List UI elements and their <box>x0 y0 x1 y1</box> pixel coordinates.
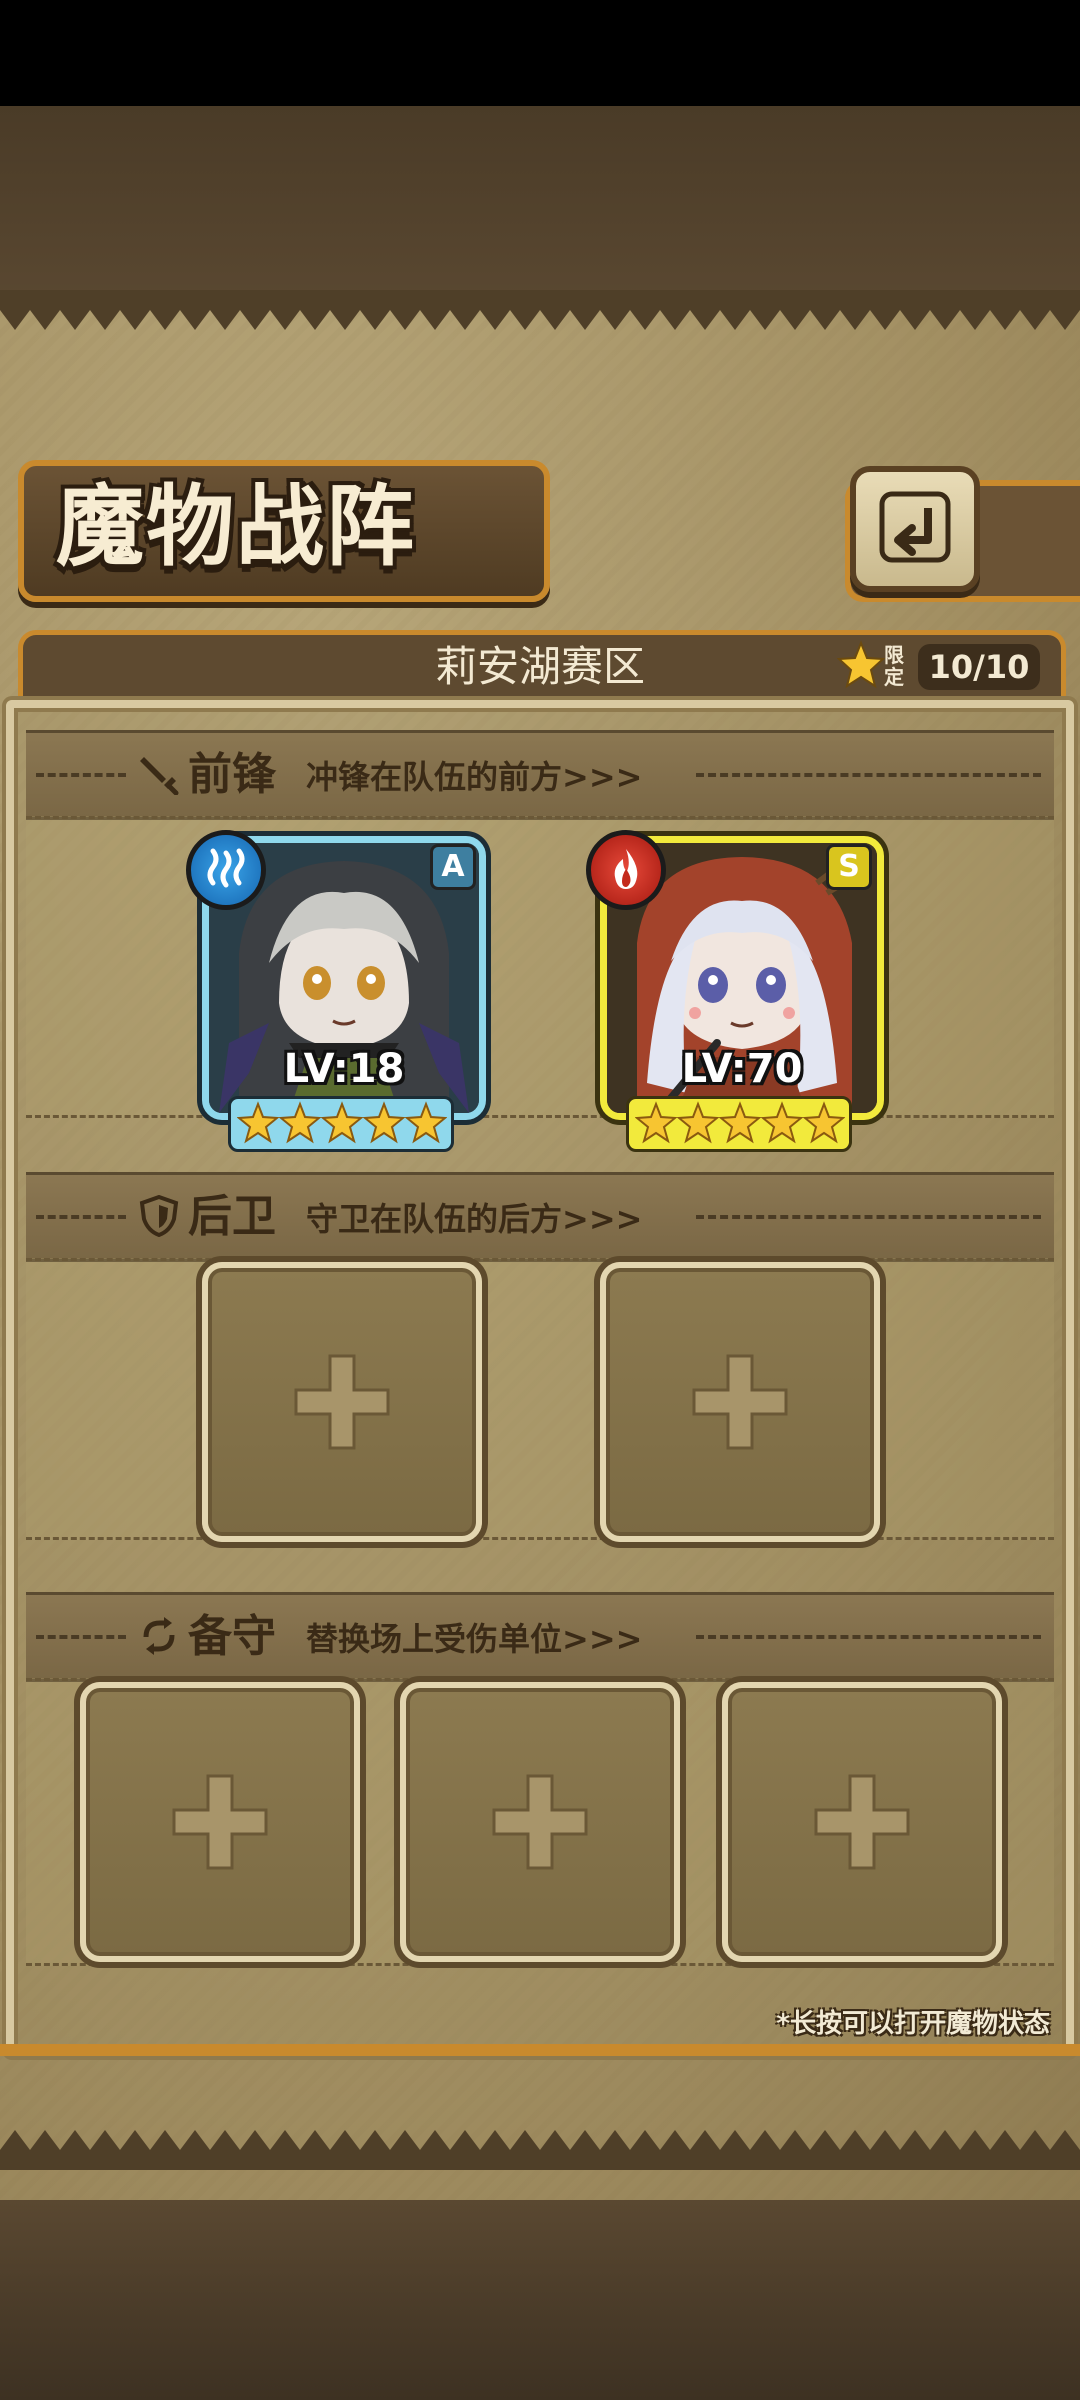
swap-icon <box>143 1617 175 1655</box>
return-arrow-icon <box>879 491 951 563</box>
element-badge-fire <box>586 830 666 910</box>
limit-counter: 10/10 <box>918 644 1040 690</box>
back-button[interactable] <box>850 466 980 592</box>
section-description: 守卫在队伍的后方>>> <box>306 1200 643 1238</box>
hint-text: *长按可以打开魔物状态 <box>776 2009 1050 2039</box>
section-title: 后卫 <box>188 1191 276 1242</box>
page-title: 魔物战阵 <box>56 474 417 578</box>
star-icon <box>836 640 886 689</box>
shield-icon <box>139 1195 179 1237</box>
water-element-icon <box>207 848 245 888</box>
element-badge-water <box>186 830 266 910</box>
section-header-vanguard: 前锋 冲锋在队伍的前方>>> <box>26 730 1054 820</box>
panel-bottom-rim <box>0 2044 1080 2056</box>
torn-edge-bottom <box>0 2130 1080 2170</box>
section-description: 冲锋在队伍的前方>>> <box>306 758 643 796</box>
unit-level: LV:18 <box>283 1046 405 1092</box>
empty-slot[interactable] <box>600 1262 880 1542</box>
section-title: 前锋 <box>188 749 276 800</box>
empty-slot[interactable] <box>400 1682 680 1962</box>
plus-icon <box>492 1774 588 1870</box>
torn-edge-top <box>0 290 1080 330</box>
status-bar-area <box>0 0 1080 106</box>
limit-label: 限定 <box>884 643 904 689</box>
rank-tag: S <box>826 844 872 890</box>
empty-slot[interactable] <box>202 1262 482 1542</box>
section-title: 备守 <box>188 1611 276 1662</box>
star-rating <box>228 1096 454 1152</box>
plus-icon <box>814 1774 910 1870</box>
section-header-rearguard: 后卫 守卫在队伍的后方>>> <box>26 1172 1054 1262</box>
empty-slot[interactable] <box>80 1682 360 1962</box>
section-description: 替换场上受伤单位>>> <box>306 1620 643 1658</box>
five-stars-icon <box>635 1101 845 1144</box>
section-header-reserve: 备守 替换场上受伤单位>>> <box>26 1592 1054 1682</box>
rearguard-row <box>26 1258 1054 1540</box>
map-background-top <box>0 106 1080 306</box>
five-stars-icon <box>237 1101 447 1144</box>
unit-level: LV:70 <box>681 1046 803 1092</box>
fire-element-icon <box>614 849 638 889</box>
plus-icon <box>692 1354 788 1450</box>
sword-icon <box>140 757 179 795</box>
empty-slot[interactable] <box>722 1682 1002 1962</box>
rank-tag: A <box>430 844 476 890</box>
vanguard-row <box>26 816 1054 1118</box>
star-rating <box>626 1096 852 1152</box>
map-background-bottom <box>0 2200 1080 2400</box>
plus-icon <box>172 1774 268 1870</box>
plus-icon <box>294 1354 390 1450</box>
